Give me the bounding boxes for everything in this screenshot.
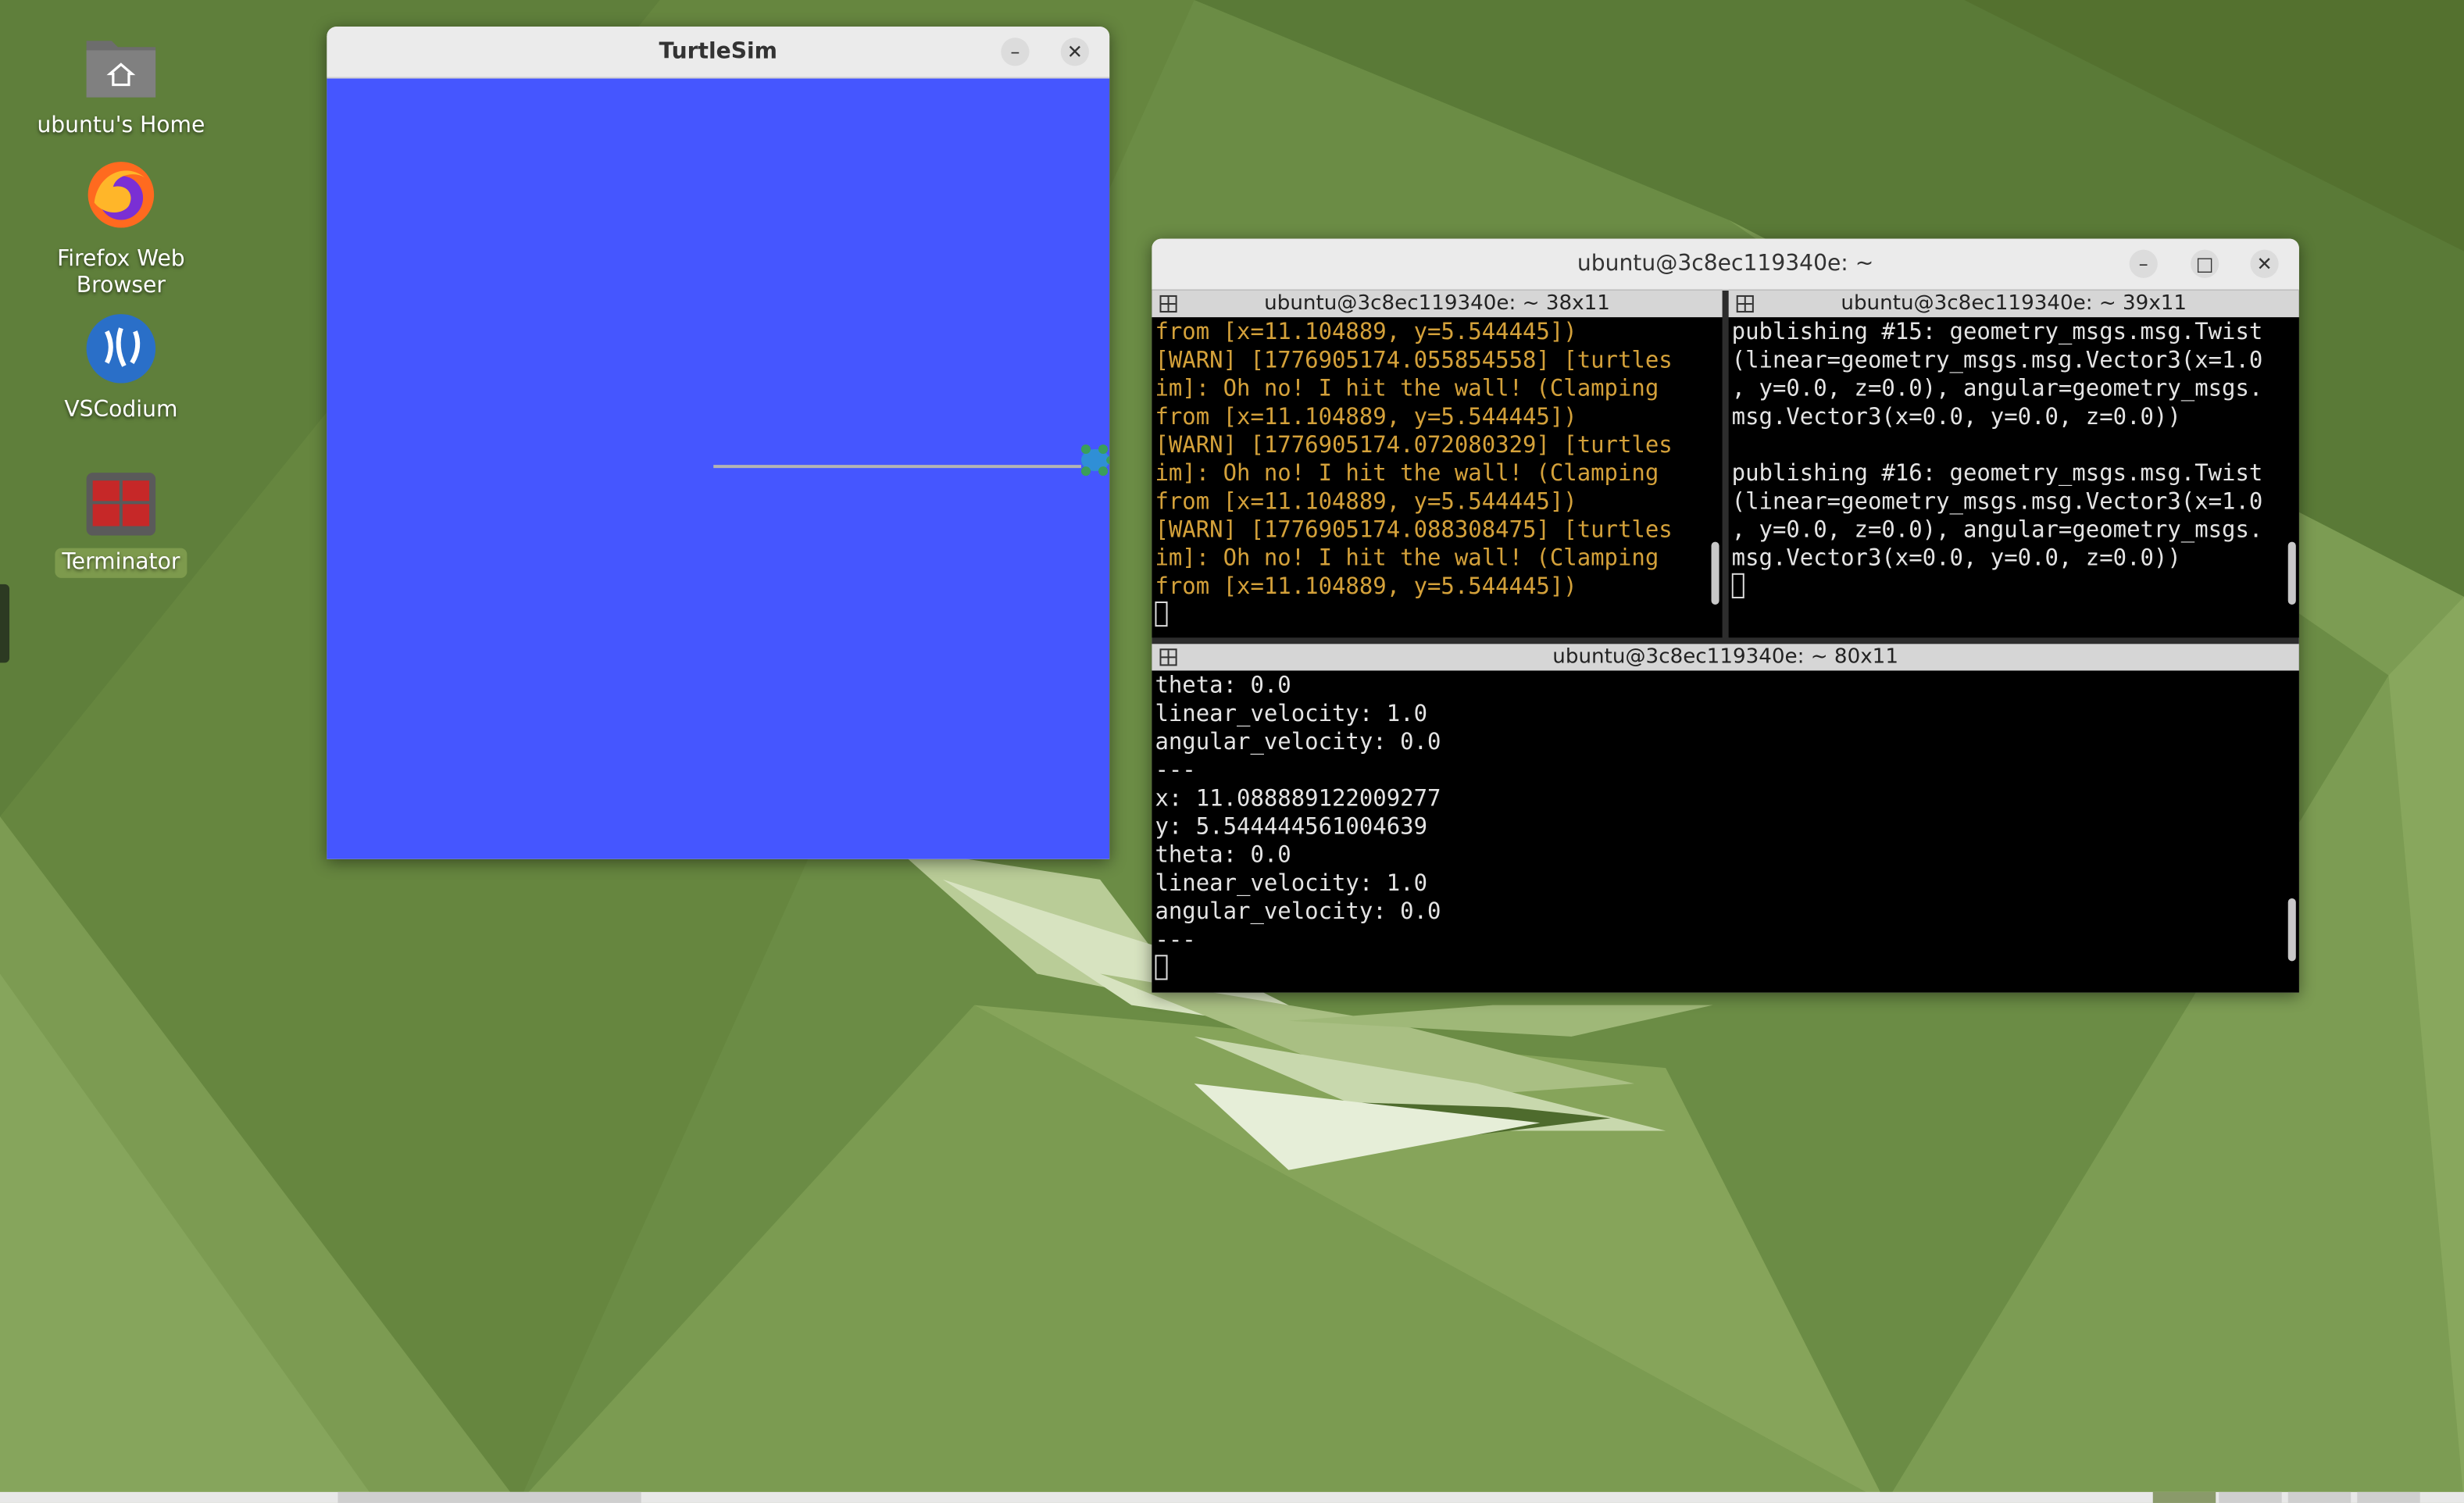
terminal-line: angular_velocity: 0.0 xyxy=(1155,899,1441,926)
pane-header[interactable]: ubuntu@3c8ec119340e: ~ 38x11 xyxy=(1152,290,1723,318)
terminal-line: from [x=11.104889, y=5.544445]) xyxy=(1155,405,1577,430)
turtle-drawing xyxy=(713,444,1120,477)
desktop-icon-label: VSCodium xyxy=(64,397,178,423)
pane-header[interactable]: ubuntu@3c8ec119340e: ~ 39x11 xyxy=(1728,290,2299,318)
terminator-window: ubuntu@3c8ec119340e: ~ – □ ✕ ubuntu@3c8e… xyxy=(1152,238,2299,993)
turtlesim-window: TurtleSim – ✕ xyxy=(327,27,1120,859)
terminal-line: im]: Oh no! I hit the wall! (Clamping xyxy=(1155,462,1659,487)
minimize-button[interactable]: – xyxy=(2129,249,2158,278)
cursor-icon xyxy=(1731,573,1744,598)
desktop-icon-label: Terminator xyxy=(55,548,187,578)
terminator-icon xyxy=(86,473,156,536)
terminal-line: im]: Oh no! I hit the wall! (Clamping xyxy=(1155,546,1659,572)
terminal-line: from [x=11.104889, y=5.544445]) xyxy=(1155,490,1577,516)
terminal-line: im]: Oh no! I hit the wall! (Clamping xyxy=(1155,377,1659,402)
terminal-line: msg.Vector3(x=0.0, y=0.0, z=0.0)) xyxy=(1731,546,2181,572)
desktop: ubuntu's Home Firefox Web Browser VSCodi… xyxy=(0,0,2464,1503)
terminal-line: angular_velocity: 0.0 xyxy=(1155,730,1441,756)
turtlesim-titlebar[interactable]: TurtleSim – ✕ xyxy=(327,27,1110,79)
terminal-line: x: 11.088889122009277 xyxy=(1155,787,1441,812)
window-title: ubuntu@3c8ec119340e: ~ xyxy=(1577,251,1874,277)
pane-title: ubuntu@3c8ec119340e: ~ 80x11 xyxy=(1552,645,1898,669)
taskbar xyxy=(0,1491,2464,1503)
terminal-pane-right[interactable]: ubuntu@3c8ec119340e: ~ 39x11 publishing … xyxy=(1728,290,2299,638)
taskbar-item[interactable] xyxy=(2152,1491,2216,1503)
window-title: TurtleSim xyxy=(659,39,778,65)
taskbar-item[interactable] xyxy=(2219,1491,2282,1503)
terminal-pane-bottom[interactable]: ubuntu@3c8ec119340e: ~ 80x11 theta: 0.0 l… xyxy=(1152,644,2299,993)
terminal-line: , y=0.0, z=0.0), angular=geometry_msgs. xyxy=(1731,377,2263,402)
pane-output: from [x=11.104889, y=5.544445]) [WARN] [1… xyxy=(1155,319,1703,630)
desktop-icon-firefox[interactable]: Firefox Web Browser xyxy=(27,155,215,302)
desktop-icon-label: Firefox Web Browser xyxy=(57,246,185,298)
terminal-prompt[interactable] xyxy=(1155,955,2280,983)
terminal-line: [WARN] [1776905174.055854558] [turtles xyxy=(1155,348,1673,374)
desktop-icon-label: ubuntu's Home xyxy=(37,112,205,138)
terminal-line: publishing #15: geometry_msgs.msg.Twist xyxy=(1731,320,2263,346)
pane-scrollbar[interactable] xyxy=(2287,898,2296,962)
taskbar-item[interactable] xyxy=(2287,1491,2352,1503)
firefox-icon xyxy=(87,162,155,228)
pane-grid-icon[interactable] xyxy=(1736,295,1754,313)
terminal-line: [WARN] [1776905174.072080329] [turtles xyxy=(1155,433,1673,459)
minimize-button[interactable]: – xyxy=(1001,37,1030,66)
terminal-line: (linear=geometry_msgs.msg.Vector3(x=1.0 xyxy=(1731,348,2263,374)
terminal-line: theta: 0.0 xyxy=(1155,673,1291,699)
turtlesim-canvas xyxy=(327,78,1120,859)
desktop-icon-home[interactable]: ubuntu's Home xyxy=(27,31,215,141)
terminator-body: ubuntu@3c8ec119340e: ~ 38x11 from [x=11.… xyxy=(1152,290,2299,993)
pane-header[interactable]: ubuntu@3c8ec119340e: ~ 80x11 xyxy=(1152,644,2299,671)
pane-title: ubuntu@3c8ec119340e: ~ 38x11 xyxy=(1264,291,1610,316)
terminal-line: msg.Vector3(x=0.0, y=0.0, z=0.0)) xyxy=(1731,405,2181,430)
terminal-prompt[interactable] xyxy=(1155,601,1703,630)
turtle-icon xyxy=(1080,444,1120,477)
pane-title: ubuntu@3c8ec119340e: ~ 39x11 xyxy=(1841,291,2187,316)
pane-output: publishing #15: geometry_msgs.msg.Twist(… xyxy=(1731,319,2280,602)
pane-scrollbar[interactable] xyxy=(2287,541,2296,605)
pane-output: theta: 0.0 linear_velocity: 1.0 angular_ve… xyxy=(1155,672,2280,983)
pane-grid-icon[interactable] xyxy=(1159,648,1177,666)
terminal-line: theta: 0.0 xyxy=(1155,843,1291,869)
terminal-line: (linear=geometry_msgs.msg.Vector3(x=1.0 xyxy=(1731,490,2263,516)
close-button[interactable]: ✕ xyxy=(2250,249,2279,278)
maximize-button[interactable]: □ xyxy=(2191,249,2219,278)
taskbar-item[interactable] xyxy=(337,1491,641,1503)
terminal-line: from [x=11.104889, y=5.544445]) xyxy=(1155,574,1577,600)
terminal-line: linear_velocity: 1.0 xyxy=(1155,871,1428,897)
terminator-titlebar[interactable]: ubuntu@3c8ec119340e: ~ – □ ✕ xyxy=(1152,238,2299,291)
dock-edge-handle[interactable] xyxy=(0,584,10,663)
desktop-icon-terminator[interactable]: Terminator xyxy=(27,471,215,578)
terminal-line: publishing #16: geometry_msgs.msg.Twist xyxy=(1731,462,2263,487)
terminal-line: y: 5.544444561004639 xyxy=(1155,815,1428,841)
terminal-line: , y=0.0, z=0.0), angular=geometry_msgs. xyxy=(1731,518,2263,544)
cursor-icon xyxy=(1155,955,1168,980)
desktop-icon-vscodium[interactable]: VSCodium xyxy=(27,312,215,426)
pane-scrollbar[interactable] xyxy=(1711,541,1719,605)
terminal-pane-left[interactable]: ubuntu@3c8ec119340e: ~ 38x11 from [x=11.… xyxy=(1152,290,1723,638)
cursor-icon xyxy=(1155,601,1168,627)
home-folder-icon xyxy=(86,41,156,98)
taskbar-item[interactable] xyxy=(2357,1491,2420,1503)
terminal-line: --- xyxy=(1155,759,1196,784)
terminal-line: [WARN] [1776905174.088308475] [turtles xyxy=(1155,518,1673,544)
pane-grid-icon[interactable] xyxy=(1159,295,1177,313)
terminal-prompt[interactable] xyxy=(1731,573,2280,602)
terminal-line: --- xyxy=(1155,928,1196,954)
vscodium-icon xyxy=(86,314,156,384)
close-button[interactable]: ✕ xyxy=(1060,37,1089,66)
terminal-line: linear_velocity: 1.0 xyxy=(1155,702,1428,727)
terminal-line: from [x=11.104889, y=5.544445]) xyxy=(1155,320,1577,346)
